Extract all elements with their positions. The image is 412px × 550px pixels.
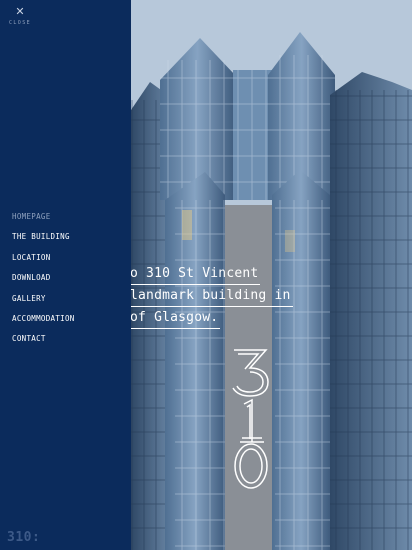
nav-menu: HOMEPAGE THE BUILDING LOCATION DOWNLOAD … xyxy=(12,211,75,354)
close-label: CLOSE xyxy=(8,20,32,26)
close-icon: ✕ xyxy=(15,5,25,18)
number-310-graphic xyxy=(232,349,269,489)
close-menu-button[interactable]: ✕ CLOSE xyxy=(6,6,34,30)
intro-line-3: of Glasgow. xyxy=(130,307,221,329)
nav-item-contact[interactable]: CONTACT xyxy=(12,333,75,353)
intro-line-1: o 310 St Vincent xyxy=(130,263,261,285)
nav-item-location[interactable]: LOCATION xyxy=(12,252,75,272)
nav-item-homepage[interactable]: HOMEPAGE xyxy=(12,211,75,231)
site-logo[interactable]: 310: xyxy=(7,530,40,545)
nav-item-download[interactable]: DOWNLOAD xyxy=(12,272,75,292)
nav-item-gallery[interactable]: GALLERY xyxy=(12,293,75,313)
nav-item-accommodation[interactable]: ACCOMMODATION xyxy=(12,313,75,333)
intro-line-2: landmark building in xyxy=(130,285,293,307)
nav-item-the-building[interactable]: THE BUILDING xyxy=(12,231,75,251)
intro-text: o 310 St Vincent landmark building in of… xyxy=(130,263,390,329)
side-navigation: ✕ CLOSE HOMEPAGE THE BUILDING LOCATION D… xyxy=(0,0,131,550)
